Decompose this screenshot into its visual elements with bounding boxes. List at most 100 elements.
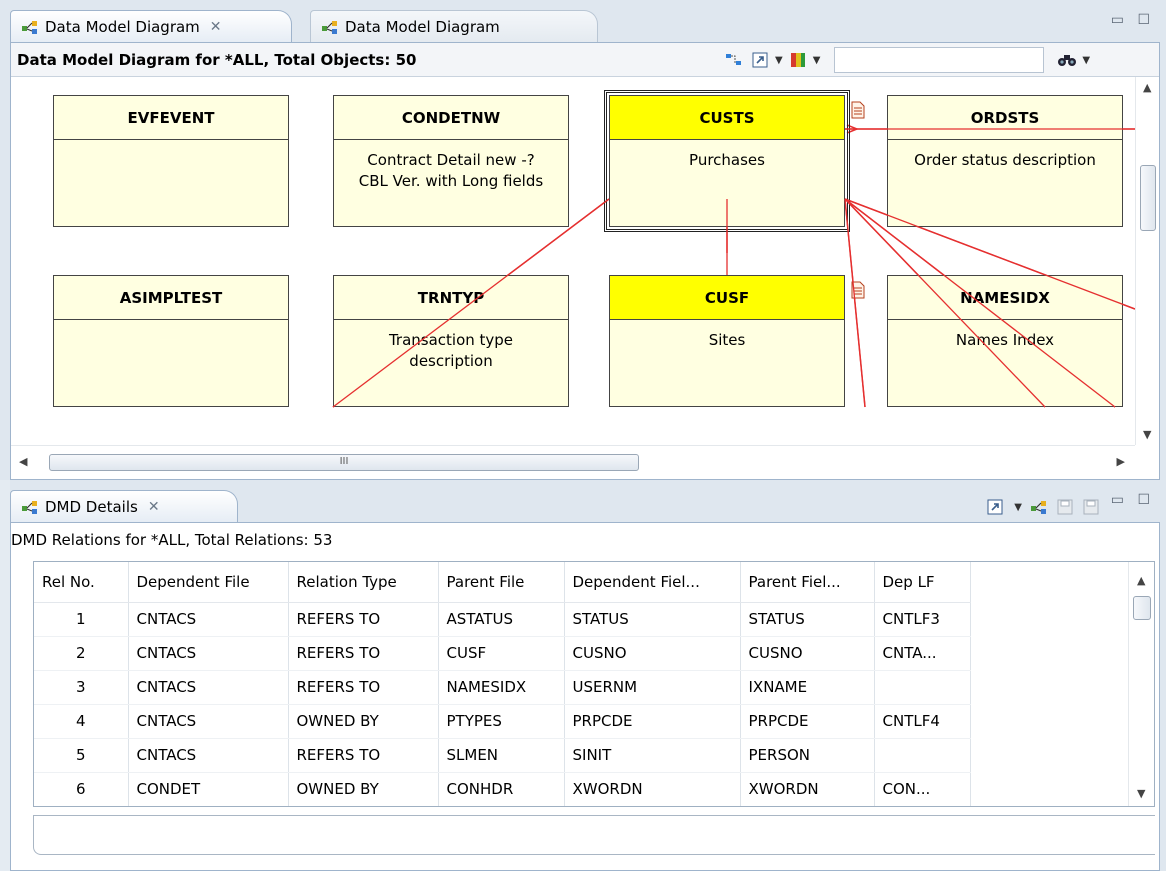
scroll-thumb[interactable]: III bbox=[49, 454, 639, 471]
relation-line[interactable] bbox=[844, 198, 866, 408]
table-row[interactable]: 2 CNTACS REFERS TO CUSF CUSNO CUSNO CNTA… bbox=[34, 636, 971, 671]
binoculars-icon[interactable] bbox=[1056, 49, 1078, 71]
minimize-icon[interactable]: ▭ bbox=[1111, 492, 1124, 508]
diagram-icon[interactable] bbox=[1030, 499, 1048, 515]
scroll-grip: III bbox=[339, 456, 349, 467]
scroll-right-icon[interactable]: ▶ bbox=[1117, 455, 1125, 468]
column-header-dependent-field[interactable]: Dependent Fiel... bbox=[564, 562, 741, 603]
entity-description-line: Order status description bbox=[914, 151, 1096, 169]
table-row[interactable]: 3 CNTACS REFERS TO NAMESIDX USERNM IXNAM… bbox=[34, 670, 971, 705]
diagram-icon bbox=[22, 500, 37, 514]
entity-namesidx[interactable]: NAMESIDX Names Index bbox=[887, 275, 1123, 407]
tab-dmd-details[interactable]: DMD Details ✕ bbox=[10, 490, 238, 522]
diagram-icon bbox=[22, 20, 37, 34]
tab-data-model-diagram-2[interactable]: Data Model Diagram bbox=[310, 10, 598, 42]
table-cell: STATUS bbox=[740, 602, 875, 637]
column-header-parent-field[interactable]: Parent Fiel... bbox=[740, 562, 875, 603]
entity-name: ASIMPLTEST bbox=[54, 276, 288, 320]
table-cell: STATUS bbox=[564, 602, 741, 637]
chevron-down-icon[interactable]: ▼ bbox=[1082, 55, 1090, 66]
entity-custs[interactable]: CUSTS Purchases bbox=[604, 90, 850, 232]
chevron-down-icon[interactable]: ▼ bbox=[1014, 502, 1022, 513]
diagram-icon bbox=[322, 20, 337, 34]
table-cell: CUSNO bbox=[740, 636, 875, 671]
diagram-horizontal-scrollbar[interactable]: ◀ III ▶ bbox=[11, 445, 1135, 479]
scroll-up-icon[interactable]: ▲ bbox=[1143, 81, 1151, 94]
table-row[interactable]: 1 CNTACS REFERS TO ASTATUS STATUS STATUS… bbox=[34, 602, 971, 637]
table-header-row: Rel No. Dependent File Relation Type Par… bbox=[34, 562, 971, 603]
color-legend-icon[interactable] bbox=[787, 49, 809, 71]
entity-name: TRNTYP bbox=[334, 276, 568, 320]
diagram-vertical-scrollbar[interactable]: ▲ ▼ bbox=[1135, 77, 1159, 445]
save-as-disabled-icon[interactable] bbox=[1082, 498, 1100, 516]
entity-trntyp[interactable]: TRNTYP Transaction type description bbox=[333, 275, 569, 407]
entity-name: ORDSTS bbox=[888, 96, 1122, 140]
details-tab-bar: DMD Details ✕ ▼ ▭ ☐ bbox=[10, 484, 1160, 522]
diagram-view: Data Model Diagram ✕ Data Model Diagram … bbox=[10, 4, 1160, 480]
layout-icon[interactable] bbox=[723, 49, 745, 71]
column-header-relation-type[interactable]: Relation Type bbox=[288, 562, 439, 603]
document-icon[interactable] bbox=[851, 101, 865, 119]
search-input[interactable] bbox=[834, 47, 1045, 73]
entity-name: CUSF bbox=[610, 276, 844, 320]
close-icon[interactable]: ✕ bbox=[210, 19, 222, 35]
save-disabled-icon[interactable] bbox=[1056, 498, 1074, 516]
column-header-rel-no[interactable]: Rel No. bbox=[34, 562, 129, 603]
entity-description bbox=[54, 320, 288, 330]
table-cell: CNTLF3 bbox=[874, 602, 971, 637]
table-cell: NAMESIDX bbox=[438, 670, 565, 705]
entity-description: Contract Detail new -? CBL Ver. with Lon… bbox=[334, 140, 568, 192]
scroll-thumb[interactable] bbox=[1133, 596, 1151, 620]
entity-description: Names Index bbox=[888, 320, 1122, 351]
tab-data-model-diagram-1[interactable]: Data Model Diagram ✕ bbox=[10, 10, 292, 42]
diagram-subtitle-bar: Data Model Diagram for *ALL, Total Objec… bbox=[11, 43, 1159, 77]
minimize-icon[interactable]: ▭ bbox=[1111, 12, 1124, 28]
export-icon[interactable] bbox=[749, 49, 771, 71]
column-header-parent-file[interactable]: Parent File bbox=[438, 562, 565, 603]
maximize-icon[interactable]: ☐ bbox=[1137, 492, 1150, 508]
document-icon[interactable] bbox=[851, 281, 865, 299]
entity-ordsts[interactable]: ORDSTS Order status description bbox=[887, 95, 1123, 227]
entity-name: CUSTS bbox=[610, 96, 844, 140]
chevron-down-icon[interactable]: ▼ bbox=[813, 55, 821, 66]
table-row[interactable]: 5 CNTACS REFERS TO SLMEN SINIT PERSON bbox=[34, 738, 971, 773]
entity-description-line: Contract Detail new -? bbox=[367, 151, 535, 169]
table-cell: 4 bbox=[34, 704, 129, 739]
entity-name: EVFEVENT bbox=[54, 96, 288, 140]
table-cell: CON... bbox=[874, 772, 971, 806]
table-cell: PRPCDE bbox=[740, 704, 875, 739]
diagram-canvas[interactable]: EVFEVENT CONDETNW Contract Detail new -?… bbox=[11, 77, 1135, 445]
table-cell: CNTACS bbox=[128, 636, 289, 671]
close-icon[interactable]: ✕ bbox=[148, 499, 160, 515]
table-cell: 5 bbox=[34, 738, 129, 773]
entity-description: Transaction type description bbox=[334, 320, 568, 372]
entity-evfevent[interactable]: EVFEVENT bbox=[53, 95, 289, 227]
entity-description-line: Transaction type bbox=[388, 331, 514, 349]
scroll-up-icon[interactable]: ▲ bbox=[1137, 574, 1145, 587]
table-cell: 2 bbox=[34, 636, 129, 671]
table-row[interactable]: 6 CONDET OWNED BY CONHDR XWORDN XWORDN C… bbox=[34, 772, 971, 806]
scroll-down-icon[interactable]: ▼ bbox=[1143, 428, 1151, 441]
entity-asimpltest[interactable]: ASIMPLTEST bbox=[53, 275, 289, 407]
entity-cusf[interactable]: CUSF Sites bbox=[609, 275, 845, 407]
entity-condetnw[interactable]: CONDETNW Contract Detail new -? CBL Ver.… bbox=[333, 95, 569, 227]
table-cell: CNTA... bbox=[874, 636, 971, 671]
scroll-left-icon[interactable]: ◀ bbox=[19, 455, 27, 468]
table-cell: SINIT bbox=[564, 738, 741, 773]
chevron-down-icon[interactable]: ▼ bbox=[775, 55, 783, 66]
scroll-down-icon[interactable]: ▼ bbox=[1137, 787, 1145, 800]
column-header-dep-lf[interactable]: Dep LF bbox=[874, 562, 971, 603]
column-header-dependent-file[interactable]: Dependent File bbox=[128, 562, 289, 603]
entity-description: Sites bbox=[610, 320, 844, 351]
scroll-thumb[interactable] bbox=[1140, 165, 1156, 231]
table-cell: IXNAME bbox=[740, 670, 875, 705]
table-cell: XWORDN bbox=[740, 772, 875, 806]
export-icon[interactable] bbox=[984, 496, 1006, 518]
table-cell: CNTACS bbox=[128, 670, 289, 705]
maximize-icon[interactable]: ☐ bbox=[1137, 12, 1150, 28]
table-cell: REFERS TO bbox=[288, 738, 439, 773]
table-row[interactable]: 4 CNTACS OWNED BY PTYPES PRPCDE PRPCDE C… bbox=[34, 704, 971, 739]
table-vertical-scrollbar[interactable]: ▲ ▼ bbox=[1128, 562, 1154, 806]
left-background-strip bbox=[0, 480, 10, 871]
table-cell: PERSON bbox=[740, 738, 875, 773]
